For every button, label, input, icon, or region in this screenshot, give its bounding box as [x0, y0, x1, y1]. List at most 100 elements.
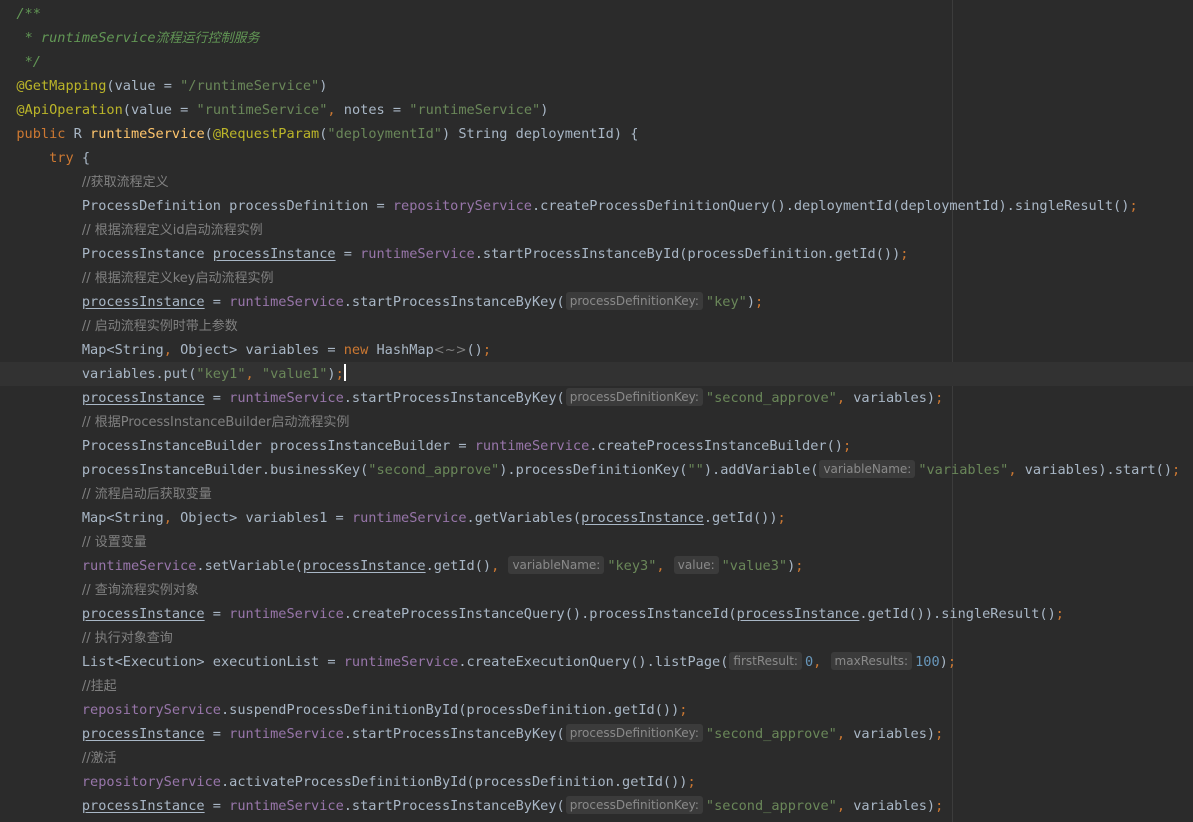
code-line[interactable]: repositoryService.suspendProcessDefiniti…: [0, 698, 1193, 722]
code-line[interactable]: ProcessInstance processInstance = runtim…: [0, 242, 1193, 266]
keyword-token: ;: [335, 366, 344, 382]
code-line[interactable]: processInstance = runtimeService.startPr…: [0, 722, 1193, 746]
code-text: List<Execution> executionList =: [81, 654, 344, 670]
string-literal: "runtimeService": [196, 102, 328, 118]
code-text: .getId()).singleResult(): [859, 606, 1056, 622]
keyword-token: ,: [656, 558, 673, 574]
code-text: Object> variables1 =: [180, 510, 352, 526]
code-line[interactable]: @ApiOperation(value = "runtimeService", …: [0, 98, 1193, 122]
field-reference: runtimeService: [360, 246, 475, 262]
code-text: .startProcessInstanceById(processDefinit…: [474, 246, 901, 262]
code-line[interactable]: // 执行对象查询: [0, 626, 1193, 650]
parameter-hint: processDefinitionKey:: [565, 292, 703, 310]
code-text: ): [746, 294, 755, 310]
code-line[interactable]: processInstance = runtimeService.createP…: [0, 602, 1193, 626]
code-editor[interactable]: /** * runtimeService流程运行控制服务 */ @GetMapp…: [0, 0, 1193, 822]
code-line[interactable]: //激活: [0, 746, 1193, 770]
parameter-hint: processDefinitionKey:: [565, 724, 703, 742]
parameter-hint: processDefinitionKey:: [565, 796, 703, 814]
code-text: =: [204, 726, 230, 742]
code-text: ProcessInstanceBuilder processInstanceBu…: [81, 438, 475, 454]
doc-comment: */: [24, 54, 41, 70]
code-line[interactable]: Map<String, Object> variables1 = runtime…: [0, 506, 1193, 530]
keyword-token: ;: [1055, 606, 1064, 622]
field-reference: runtimeService: [229, 798, 344, 814]
code-line[interactable]: /**: [0, 2, 1193, 26]
code-line[interactable]: * runtimeService流程运行控制服务: [0, 26, 1193, 50]
keyword-token: ;: [482, 342, 492, 358]
code-line[interactable]: processInstance = runtimeService.startPr…: [0, 794, 1193, 818]
code-line[interactable]: // 根据流程定义id启动流程实例: [0, 218, 1193, 242]
keyword-token: public: [16, 126, 74, 142]
code-line[interactable]: // 设置变量: [0, 530, 1193, 554]
doc-comment: 流程运行控制服务: [155, 31, 260, 46]
code-text: =: [335, 246, 361, 262]
keyword-token: ;: [935, 390, 944, 406]
code-line[interactable]: try {: [0, 146, 1193, 170]
code-line[interactable]: //挂起: [0, 674, 1193, 698]
code-line[interactable]: // 查询流程实例对象: [0, 578, 1193, 602]
code-text: value =: [130, 102, 197, 118]
code-text: =: [204, 606, 230, 622]
keyword-token: ,: [836, 798, 854, 814]
code-text: variables.put(: [81, 366, 197, 382]
code-comment: //获取流程定义: [81, 175, 169, 190]
code-text: .createProcessInstanceBuilder(): [589, 438, 843, 454]
code-line[interactable]: // 流程启动后获取变量: [0, 482, 1193, 506]
doc-comment: /**: [16, 6, 41, 22]
code-text: variables): [853, 798, 936, 814]
keyword-token: ;: [777, 510, 786, 526]
variable-reference: processInstance: [81, 390, 205, 406]
string-literal: "value1": [261, 366, 328, 382]
code-line[interactable]: // 根据流程定义key启动流程实例: [0, 266, 1193, 290]
field-reference: runtimeService: [343, 654, 459, 670]
code-text: =: [204, 390, 230, 406]
code-line[interactable]: repositoryService.activateProcessDefinit…: [0, 770, 1193, 794]
code-text: ).processDefinitionKey(: [499, 462, 688, 478]
code-line[interactable]: */: [0, 50, 1193, 74]
code-line[interactable]: // 启动流程实例时带上参数: [0, 314, 1193, 338]
code-line[interactable]: processInstanceBuilder.businessKey("seco…: [0, 458, 1193, 482]
string-literal: "key": [705, 294, 747, 310]
code-line[interactable]: Map<String, Object> variables = new Hash…: [0, 338, 1193, 362]
code-text: .getId()): [703, 510, 778, 526]
code-text: .createProcessDefinitionQuery().deployme…: [531, 198, 1130, 214]
string-literal: "second_approve": [705, 726, 837, 742]
code-line[interactable]: @GetMapping(value = "/runtimeService"): [0, 74, 1193, 98]
code-line[interactable]: public R runtimeService(@RequestParam("d…: [0, 122, 1193, 146]
parameter-hint: processDefinitionKey:: [565, 388, 703, 406]
code-comment: // 执行对象查询: [81, 631, 173, 646]
code-text: .suspendProcessDefinitionById(processDef…: [220, 702, 680, 718]
code-line[interactable]: //获取流程定义: [0, 170, 1193, 194]
code-line[interactable]: processInstance = runtimeService.startPr…: [0, 386, 1193, 410]
code-text: ) String deploymentId) {: [441, 126, 639, 142]
code-comment: //激活: [81, 751, 117, 766]
code-line[interactable]: processInstance = runtimeService.startPr…: [0, 290, 1193, 314]
code-text: variables): [853, 726, 936, 742]
string-literal: "": [687, 462, 704, 478]
code-line[interactable]: ProcessDefinition processDefinition = re…: [0, 194, 1193, 218]
code-line[interactable]: // 根据ProcessInstanceBuilder启动流程实例: [0, 410, 1193, 434]
code-text: ).addVariable(: [703, 462, 819, 478]
field-reference: runtimeService: [229, 606, 344, 622]
code-line[interactable]: runtimeService.setVariable(processInstan…: [0, 554, 1193, 578]
code-text: notes =: [343, 102, 410, 118]
code-comment: // 根据ProcessInstanceBuilder启动流程实例: [81, 415, 350, 430]
code-line[interactable]: ProcessInstanceBuilder processInstanceBu…: [0, 434, 1193, 458]
code-line[interactable]: List<Execution> executionList = runtimeS…: [0, 650, 1193, 674]
current-code-line[interactable]: variables.put("key1", "value1");: [0, 362, 1193, 386]
string-literal: "variables": [918, 462, 1009, 478]
code-lines[interactable]: /** * runtimeService流程运行控制服务 */ @GetMapp…: [0, 2, 1193, 818]
